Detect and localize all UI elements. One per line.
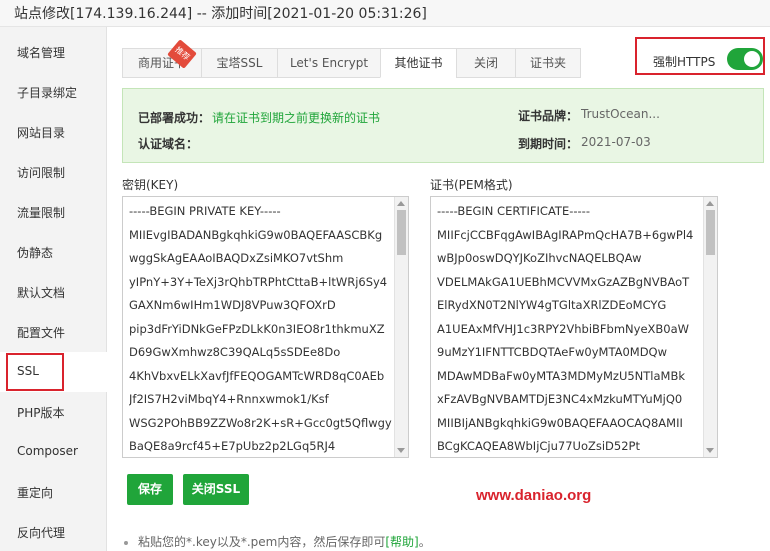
sidebar-item-traffic-limit[interactable]: 流量限制 [0, 192, 107, 232]
force-https-toggle[interactable] [727, 48, 763, 70]
cert-field-label: 证书(PEM格式) [430, 178, 513, 192]
scroll-up-icon[interactable] [397, 201, 405, 206]
help-link[interactable]: [帮助] [385, 535, 418, 549]
sidebar-item-label: 反向代理 [17, 526, 66, 540]
key-scrollbar[interactable] [394, 197, 408, 457]
text-line: 9uMzY1IFNTTCBDQTAeFw0yMTA0MDQw [437, 345, 667, 359]
text-line: Jf2IS7H2viMbqY4+Rnnxwmok1/Ksf [129, 392, 329, 406]
tab-label: 关闭 [473, 56, 498, 70]
cert-info-box: 已部署成功： 请在证书到期之前更换新的证书 认证域名： 证书品牌： TrustO… [122, 88, 764, 163]
force-https-box: 强制HTTPS [635, 37, 765, 75]
certificate-textarea[interactable]: -----BEGIN CERTIFICATE----- MIIFcjCCBFqgA… [430, 196, 718, 458]
window-title: 站点修改[174.139.16.244] -- 添加时间[2021-01-20 … [14, 6, 427, 22]
domain-label: 认证域名： [138, 137, 199, 151]
sidebar-item-site-directory[interactable]: 网站目录 [0, 112, 107, 152]
sidebar-item-label: 重定向 [17, 486, 54, 500]
expiry-value: 2021-07-03 [581, 135, 651, 149]
force-https-label: 强制HTTPS [653, 55, 716, 69]
text-line: BaQE8a9rcf45+E7pUbz2p2LGq5RJ4 [129, 439, 336, 453]
sidebar-item-rewrite[interactable]: 伪静态 [0, 232, 107, 272]
save-button[interactable]: 保存 [127, 474, 173, 505]
watermark-text: www.daniao.org [476, 487, 592, 504]
text-line: 4KhVbxvELkXavfJfFEQOGAMTcWRD8qC0AEb [129, 368, 385, 383]
sidebar-item-redirect[interactable]: 重定向 [0, 472, 107, 512]
deployed-label: 已部署成功： [138, 111, 211, 125]
tab-commercial-cert[interactable]: 商用证书 推荐 [122, 39, 202, 78]
tab-label: Let's Encrypt [289, 56, 369, 70]
sidebar: 域名管理 子目录绑定 网站目录 访问限制 流量限制 伪静态 默认文档 配置文件 … [0, 27, 107, 551]
text-line: MIIEvgIBADANBgkqhkiG9w0BAQEFAASCBKg [129, 227, 383, 242]
scroll-thumb[interactable] [397, 210, 406, 255]
sidebar-item-config-file[interactable]: 配置文件 [0, 312, 107, 352]
expiry-label: 到期时间： [518, 137, 579, 151]
brand-label: 证书品牌： [518, 109, 579, 123]
tip-text: 粘贴您的*.key以及*.pem内容，然后保存即可 [138, 535, 386, 549]
sidebar-item-label: Composer [17, 444, 78, 458]
text-line: GAXNm6wIHm1WDJ8VPuw3QFOXrD [129, 298, 336, 312]
sidebar-item-label: 配置文件 [17, 326, 66, 340]
tab-close[interactable]: 关闭 [456, 48, 516, 78]
window-titlebar: 站点修改[174.139.16.244] -- 添加时间[2021-01-20 … [0, 0, 770, 27]
tab-bt-ssl[interactable]: 宝塔SSL [201, 48, 278, 78]
scroll-down-icon[interactable] [706, 448, 714, 453]
cert-scrollbar[interactable] [703, 197, 717, 457]
sidebar-item-composer[interactable]: Composer [0, 432, 107, 472]
sidebar-item-label: 网站目录 [17, 126, 66, 140]
sidebar-item-label: 域名管理 [17, 46, 66, 60]
text-line: MDAwMDBaFw0yMTA3MDMyMzU5NTlaMBk [437, 368, 686, 383]
toggle-knob [744, 51, 760, 67]
sidebar-item-ssl[interactable]: SSL [0, 352, 107, 392]
tab-label: 其他证书 [394, 56, 443, 70]
text-line: -----BEGIN PRIVATE KEY----- [129, 204, 281, 218]
text-line: D69GwXmhwz8C39QALq5sSDEe8Do [129, 345, 341, 359]
private-key-textarea[interactable]: -----BEGIN PRIVATE KEY----- MIIEvgIBADANB… [122, 196, 409, 458]
text-line: ElRydXN0T2NlYW4gTGltaXRlZDEoMCYG [437, 298, 667, 312]
sidebar-item-label: 默认文档 [17, 286, 66, 300]
tab-lets-encrypt[interactable]: Let's Encrypt [277, 48, 381, 78]
sidebar-item-reverse-proxy[interactable]: 反向代理 [0, 512, 107, 551]
bullet-icon [124, 540, 128, 545]
sidebar-item-label: 子目录绑定 [17, 86, 78, 100]
scroll-thumb[interactable] [706, 210, 715, 255]
sidebar-item-domains[interactable]: 域名管理 [0, 32, 107, 72]
text-line: yIPnY+3Y+TeXj3rQhbTRPhtCttaB+ltWRj6Sy4 [129, 274, 388, 289]
sidebar-item-subdirectory[interactable]: 子目录绑定 [0, 72, 107, 112]
text-line: BCgKCAQEA8WbIjCju77UoZsiD52Pt [437, 439, 640, 453]
deployed-note: 请在证书到期之前更换新的证书 [212, 111, 381, 125]
sidebar-item-label: 流量限制 [17, 206, 66, 220]
text-line: wBJp0oswDQYJKoZIhvcNAQELBQAw [437, 251, 642, 265]
sidebar-item-label: 伪静态 [17, 246, 54, 260]
sidebar-item-access-limit[interactable]: 访问限制 [0, 152, 107, 192]
text-line: xFzAVBgNVBAMTDjE3NC4xMzkuMTYuMjQ0 [437, 392, 683, 406]
text-line: pip3dFrYiDNkGeFPzDLkK0n3IEO8r1thkmuXZ [129, 321, 385, 336]
tab-label: 宝塔SSL [216, 56, 263, 70]
sidebar-item-label: PHP版本 [17, 406, 65, 420]
sidebar-item-label: 访问限制 [17, 166, 66, 180]
sidebar-item-default-doc[interactable]: 默认文档 [0, 272, 107, 312]
certificate-content: -----BEGIN CERTIFICATE----- MIIFcjCCBFqgA… [437, 201, 701, 457]
private-key-content: -----BEGIN PRIVATE KEY----- MIIEvgIBADANB… [129, 201, 392, 457]
text-line: VDELMAkGA1UEBhMCVVMxGzAZBgNVBAoT [437, 274, 690, 289]
sidebar-item-php-version[interactable]: PHP版本 [0, 392, 107, 432]
scroll-down-icon[interactable] [397, 448, 405, 453]
close-ssl-button[interactable]: 关闭SSL [183, 474, 249, 505]
sidebar-item-label: SSL [17, 364, 39, 378]
key-field-label: 密钥(KEY) [122, 178, 179, 192]
tab-other-cert[interactable]: 其他证书 [380, 48, 457, 78]
text-line: WSG2POhBB9ZZWo8r2K+sR+Gcc0gt5Qflwgy [129, 415, 392, 430]
text-line: MIIFcjCCBFqgAwIBAgIRAPmQcHA7B+6gwPl4 [437, 227, 694, 242]
text-line: wggSkAgEAAoIBAQDxZsiMKO7vtShm [129, 251, 344, 265]
scroll-up-icon[interactable] [706, 201, 714, 206]
brand-value: TrustOcean... [581, 107, 660, 121]
text-line: -----BEGIN CERTIFICATE----- [437, 204, 590, 218]
tab-label: 证书夹 [529, 56, 566, 70]
tip-end: 。 [418, 535, 431, 549]
text-line: MIIBIjANBgkqhkiG9w0BAQEFAAOCAQ8AMII [437, 415, 683, 430]
text-line: A1UEAxMfVHJ1c3RPY2VhbiBFbmNyeXB0aW [437, 321, 690, 336]
paste-tip: 粘贴您的*.key以及*.pem内容，然后保存即可[帮助]。 [124, 533, 431, 550]
tab-cert-folder[interactable]: 证书夹 [515, 48, 581, 78]
